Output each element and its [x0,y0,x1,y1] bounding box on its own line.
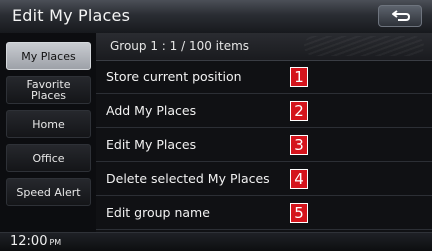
tab-home[interactable]: Home [6,110,91,138]
menu-item-add-my-places[interactable]: Add My Places 2 [96,95,432,128]
menu-item-store-current-position[interactable]: Store current position 1 [96,61,432,94]
clock-time: 12:00 [10,234,48,249]
tab-favorite-places[interactable]: Favorite Places [6,76,91,104]
tab-label: Speed Alert [16,185,81,199]
group-bar-decoration [304,36,424,56]
menu-list: Store current position 1 Add My Places 2… [96,61,432,232]
clock-ampm: PM [49,238,62,247]
menu-item-label: Delete selected My Places [106,171,270,186]
callout-number-badge: 1 [290,67,308,87]
clock: 12:00 PM [10,234,61,249]
callout-number-badge: 5 [290,203,308,223]
menu-item-label: Add My Places [106,103,197,118]
tab-label: Home [32,117,65,131]
menu-item-edit-group-name[interactable]: Edit group name 5 [96,197,432,230]
callout-number-badge: 4 [290,169,308,189]
status-bar: 12:00 PM [0,232,432,251]
menu-item-label: Edit My Places [106,137,197,152]
menu-item-label: Store current position [106,69,242,84]
callout-number-badge: 3 [290,135,308,155]
tab-label: My Places [21,49,76,63]
menu-item-delete-selected[interactable]: Delete selected My Places 4 [96,163,432,196]
tab-label: Favorite Places [26,78,71,102]
navigation-screen: Edit My Places Group 1 : 1 / 100 items M… [0,0,432,251]
menu-item-label: Edit group name [106,205,210,220]
tab-label: Office [32,151,65,165]
group-count: Group 1 : 1 / 100 items [110,39,250,53]
return-arrow-icon [392,10,411,21]
title-bar: Edit My Places [0,0,432,34]
callout-number-badge: 2 [290,101,308,121]
category-tabs: My Places Favorite Places Home Office Sp… [0,33,96,232]
tab-office[interactable]: Office [6,144,91,172]
tab-my-places[interactable]: My Places [6,42,91,70]
page-title: Edit My Places [12,6,131,25]
back-button[interactable] [378,5,422,27]
menu-item-edit-my-places[interactable]: Edit My Places 3 [96,129,432,162]
tab-speed-alert[interactable]: Speed Alert [6,178,91,206]
group-bar: Group 1 : 1 / 100 items [96,33,432,61]
